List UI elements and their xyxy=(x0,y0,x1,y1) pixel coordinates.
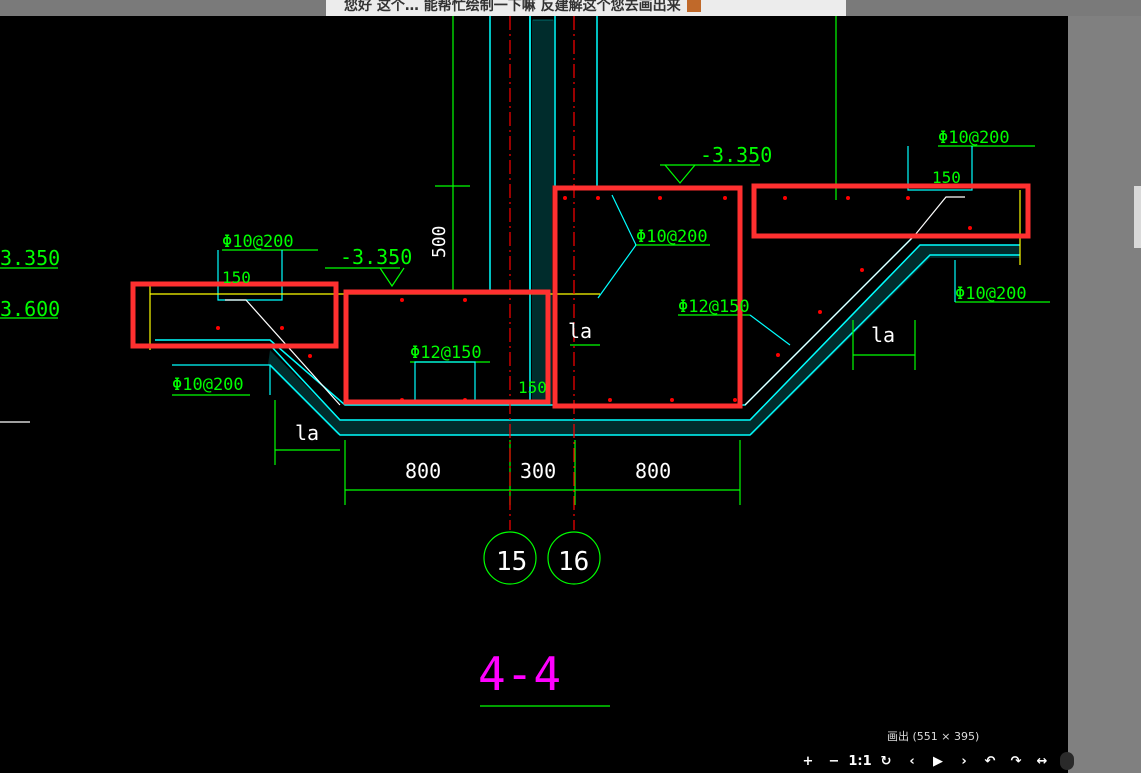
dim-500: 500 xyxy=(429,225,450,258)
dim-150-mid: 150 xyxy=(518,378,547,397)
dim-150-left: 150 xyxy=(222,268,251,287)
zoom-out-button[interactable]: − xyxy=(821,754,847,769)
cad-drawing: 3.350 3.600 -3.350 -3.350 Φ10@200 Φ10@20… xyxy=(0,16,1050,707)
rebar-label-2: Φ10@200 xyxy=(172,375,244,395)
right-panel xyxy=(1068,16,1141,773)
elev-right: -3.350 xyxy=(700,143,772,167)
dim-300: 300 xyxy=(520,459,556,483)
axis-marker-15: 15 xyxy=(496,547,527,577)
rebar-label-7: Φ12@150 xyxy=(678,297,750,317)
actual-size-button[interactable]: 1:1 xyxy=(847,754,873,769)
prev-icon[interactable]: ‹ xyxy=(899,754,925,769)
elev-left-1: 3.350 xyxy=(0,246,60,270)
rebar-label-1: Φ10@200 xyxy=(222,232,294,252)
image-info: 画出 (551 × 395) xyxy=(887,730,980,743)
zoom-in-button[interactable]: + xyxy=(795,754,821,769)
section-title: 4-4 xyxy=(478,647,561,701)
next-icon[interactable]: › xyxy=(951,754,977,769)
toolbar-end-cap xyxy=(1060,752,1074,770)
la-label-1: la xyxy=(295,421,319,445)
emoji-icon xyxy=(686,0,701,12)
viewer-toolbar: + − 1:1 ↻ ‹ ▶ › ↶ ↷ ↔ ↕ xyxy=(795,750,1081,772)
elev-left-2: 3.600 xyxy=(0,297,60,321)
play-icon[interactable]: ▶ xyxy=(925,754,951,769)
rebar-label-5: Φ10@200 xyxy=(955,284,1027,304)
rebar-label-6: Φ12@150 xyxy=(410,343,482,363)
undo-icon[interactable]: ↶ xyxy=(977,754,1003,769)
rebar-label-4: Φ10@200 xyxy=(938,128,1010,148)
rotate-icon[interactable]: ↻ xyxy=(873,754,899,769)
axis-marker-16: 16 xyxy=(558,547,589,577)
question-text: 您好 这个… 能帮忙绘制一下嘛 反建解这个您去画出来 xyxy=(326,0,846,16)
elev-mid: -3.350 xyxy=(340,245,412,269)
redo-icon[interactable]: ↷ xyxy=(1003,754,1029,769)
dim-800-left: 800 xyxy=(405,459,441,483)
fit-width-icon[interactable]: ↔ xyxy=(1029,754,1055,769)
dim-150-right: 150 xyxy=(932,168,961,187)
la-label-2: la xyxy=(568,319,592,343)
scrollbar[interactable] xyxy=(1134,186,1141,248)
la-label-3: la xyxy=(871,323,895,347)
rebar-label-3: Φ10@200 xyxy=(636,227,708,247)
dim-800-right: 800 xyxy=(635,459,671,483)
image-viewer[interactable]: 3.350 3.600 -3.350 -3.350 Φ10@200 Φ10@20… xyxy=(0,16,1068,773)
